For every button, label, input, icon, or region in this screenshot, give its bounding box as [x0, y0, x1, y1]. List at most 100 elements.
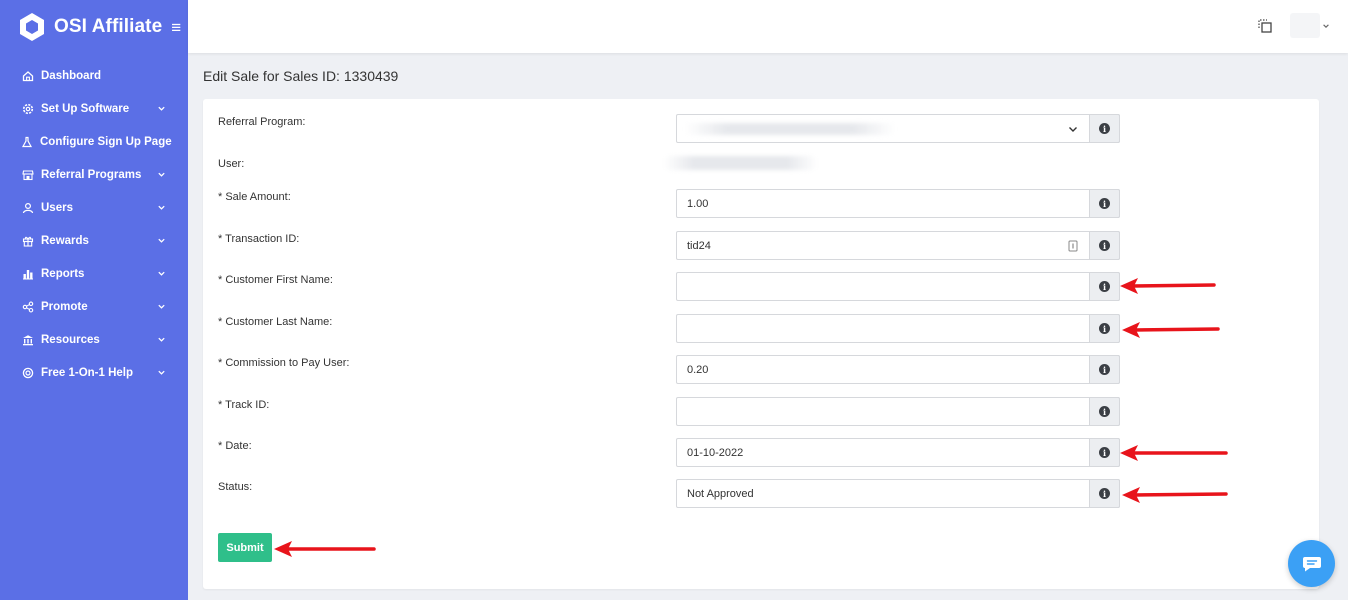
submit-button[interactable]: Submit [218, 533, 272, 562]
track-id-input[interactable] [677, 398, 1089, 425]
sidebar-item-promote[interactable]: Promote [0, 290, 188, 323]
id-card-icon [1068, 240, 1078, 252]
status-value: Not Approved [687, 488, 754, 500]
first-name-input[interactable] [677, 273, 1089, 300]
last-name-field: i [676, 314, 1120, 343]
sidebar-item-rewards[interactable]: Rewards [0, 224, 188, 257]
commission-input[interactable] [677, 356, 1089, 383]
sidebar-item-reports[interactable]: Reports [0, 257, 188, 290]
info-icon: i [1099, 364, 1110, 375]
share-icon [21, 300, 34, 313]
commission-field: 0.20 i [676, 355, 1120, 384]
info-button[interactable]: i [1089, 314, 1120, 343]
sale-amount-label: * Sale Amount: [218, 191, 291, 203]
referral-program-select[interactable]: i [676, 114, 1120, 143]
info-button[interactable]: i [1089, 479, 1120, 508]
chat-icon [1302, 556, 1321, 571]
sidebar-item-dashboard[interactable]: Dashboard [0, 59, 188, 92]
first-name-label: * Customer First Name: [218, 274, 333, 286]
info-button[interactable]: i [1089, 189, 1120, 218]
chevron-down-icon [158, 370, 165, 375]
sidebar-item-label: Promote [41, 300, 88, 313]
info-button[interactable]: i [1089, 272, 1120, 301]
brand: OSI Affiliate ≡ [0, 0, 188, 54]
transaction-id-field: tid24 i [676, 231, 1120, 260]
hamburger-icon[interactable]: ≡ [171, 19, 181, 36]
sidebar-item-label: Set Up Software [41, 102, 130, 115]
redacted-user [663, 156, 818, 170]
track-id-field: i [676, 397, 1120, 426]
info-icon: i [1099, 240, 1110, 251]
sidebar-item-configure-sign-up-page[interactable]: Configure Sign Up Page [0, 125, 188, 158]
annotation-arrow [1120, 278, 1216, 294]
sidebar-item-label: Configure Sign Up Page [40, 135, 172, 148]
info-button[interactable]: i [1089, 397, 1120, 426]
info-icon: i [1099, 447, 1110, 458]
settings-icon [21, 102, 34, 115]
first-name-field: i [676, 272, 1120, 301]
info-button[interactable]: i [1089, 355, 1120, 384]
date-label: * Date: [218, 440, 252, 452]
sale-amount-value: 1.00 [687, 198, 709, 210]
home-icon [21, 69, 34, 82]
page-title: Edit Sale for Sales ID: 1330439 [203, 68, 399, 84]
info-button[interactable]: i [1089, 231, 1120, 260]
status-field: Not Approved i [676, 479, 1120, 508]
sale-amount-input[interactable] [677, 190, 1089, 217]
sidebar-item-label: Reports [41, 267, 85, 280]
topbar [188, 0, 1348, 53]
copy-icon[interactable] [1257, 18, 1273, 34]
sidebar-item-label: Dashboard [41, 69, 102, 82]
chevron-down-icon [158, 106, 165, 111]
info-button[interactable]: i [1089, 114, 1120, 143]
sidebar-item-set-up-software[interactable]: Set Up Software [0, 92, 188, 125]
referral-program-label: Referral Program: [218, 116, 306, 128]
sidebar-item-label: Rewards [41, 234, 89, 247]
avatar[interactable] [1290, 13, 1320, 38]
annotation-arrow [274, 541, 376, 557]
commission-label: * Commission to Pay User: [218, 357, 350, 369]
sidebar-item-label: Free 1-On-1 Help [41, 366, 134, 379]
transaction-id-label: * Transaction ID: [218, 233, 300, 245]
store-icon [21, 168, 34, 181]
chevron-down-icon [158, 238, 165, 243]
sale-amount-field: 1.00 i [676, 189, 1120, 218]
chevron-down-icon [1069, 127, 1077, 132]
chevron-down-icon [158, 271, 165, 276]
sidebar: OSI Affiliate ≡ Dashboard Set Up Softwar… [0, 0, 188, 600]
sidebar-item-referral-programs[interactable]: Referral Programs [0, 158, 188, 191]
last-name-input[interactable] [677, 315, 1089, 342]
info-icon: i [1099, 406, 1110, 417]
chevron-down-icon[interactable] [1322, 22, 1330, 30]
transaction-id-value: tid24 [687, 240, 711, 252]
osi-logo-icon [20, 13, 44, 41]
lifebuoy-icon [21, 366, 34, 379]
brand-name: OSI Affiliate [54, 16, 163, 37]
info-icon: i [1099, 323, 1110, 334]
info-button[interactable]: i [1089, 438, 1120, 467]
redacted-value [685, 123, 895, 135]
sidebar-item-free-help[interactable]: Free 1-On-1 Help [0, 356, 188, 389]
date-field: 01-10-2022 i [676, 438, 1120, 467]
user-icon [21, 201, 34, 214]
edit-sale-form: Referral Program: i User: * Sale Amount:… [203, 99, 1319, 589]
sidebar-nav: Dashboard Set Up Software Configure Sign… [0, 59, 188, 389]
info-icon: i [1099, 198, 1110, 209]
sidebar-item-users[interactable]: Users [0, 191, 188, 224]
info-icon: i [1099, 123, 1110, 134]
info-icon: i [1099, 488, 1110, 499]
sidebar-item-resources[interactable]: Resources [0, 323, 188, 356]
info-icon: i [1099, 281, 1110, 292]
commission-value: 0.20 [687, 364, 709, 376]
chevron-down-icon [158, 172, 165, 177]
gift-icon [21, 234, 34, 247]
status-label: Status: [218, 481, 253, 493]
chat-launcher-button[interactable] [1288, 540, 1335, 587]
last-name-label: * Customer Last Name: [218, 316, 333, 328]
sidebar-item-label: Resources [41, 333, 100, 346]
bar-chart-icon [21, 267, 34, 280]
sidebar-item-label: Referral Programs [41, 168, 142, 181]
transaction-id-input[interactable] [677, 232, 1089, 259]
flask-icon [21, 135, 33, 148]
annotation-arrow [1122, 322, 1220, 338]
